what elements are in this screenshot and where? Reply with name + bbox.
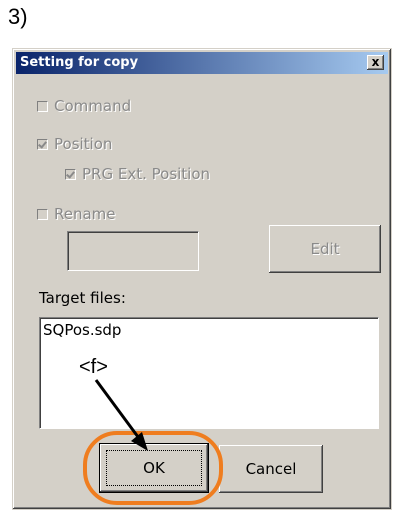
prg-ext-position-checkbox[interactable] <box>65 168 76 180</box>
position-label: Position <box>54 135 113 153</box>
position-checkbox[interactable] <box>37 138 48 150</box>
prg-ext-position-checkbox-row[interactable]: PRG Ext. Position <box>65 165 210 183</box>
dialog-title: Setting for copy <box>20 55 139 70</box>
target-files-label: Target files: <box>39 289 126 307</box>
setting-for-copy-dialog: Setting for copy x Command Position PRG … <box>12 48 392 510</box>
step-label: 3) <box>8 4 28 29</box>
rename-label: Rename <box>54 205 116 223</box>
ok-label: OK <box>143 459 165 477</box>
prg-ext-position-label: PRG Ext. Position <box>82 165 211 183</box>
rename-input[interactable] <box>67 231 199 271</box>
close-icon: x <box>371 55 380 69</box>
list-item[interactable]: SQPos.sdp <box>43 321 121 339</box>
dialog-titlebar[interactable]: Setting for copy x <box>16 52 388 74</box>
cancel-button[interactable]: Cancel <box>219 445 323 493</box>
position-checkbox-row[interactable]: Position <box>37 135 112 153</box>
command-checkbox-row[interactable]: Command <box>37 97 131 115</box>
rename-checkbox[interactable] <box>37 208 48 220</box>
close-button[interactable]: x <box>367 55 384 70</box>
ok-button[interactable]: OK <box>99 443 209 493</box>
rename-checkbox-row[interactable]: Rename <box>37 205 116 223</box>
command-checkbox[interactable] <box>37 100 48 112</box>
annotation-label: <f> <box>79 356 108 378</box>
edit-button[interactable]: Edit <box>269 225 381 273</box>
command-label: Command <box>54 97 132 115</box>
